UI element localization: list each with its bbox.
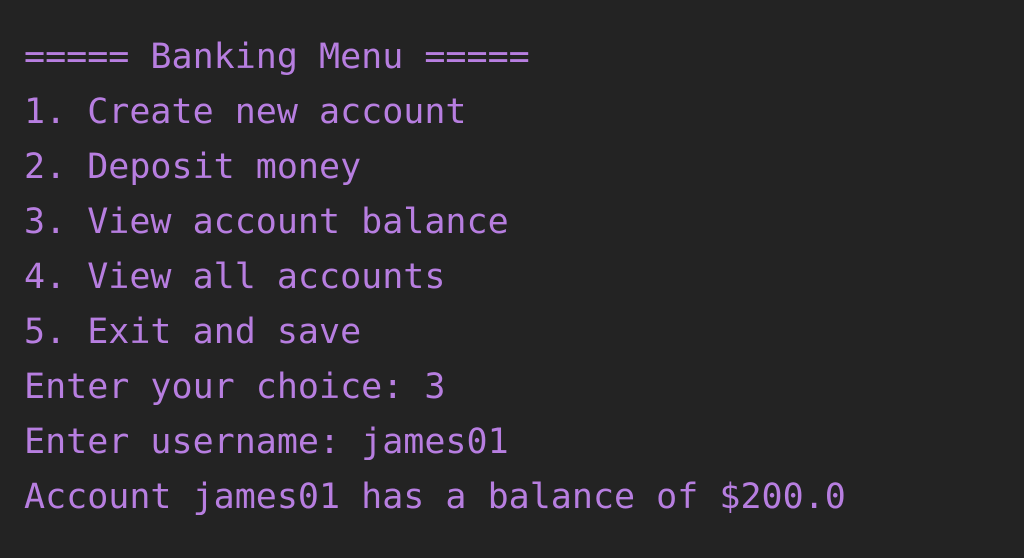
terminal-output[interactable]: ===== Banking Menu ===== 1. Create new a… <box>0 0 1024 558</box>
username-prompt: Enter username: james01 <box>24 422 509 462</box>
menu-option-view-all: 4. View all accounts <box>24 257 446 297</box>
menu-header: ===== Banking Menu ===== <box>24 37 530 77</box>
menu-option-deposit: 2. Deposit money <box>24 147 362 187</box>
menu-option-exit: 5. Exit and save <box>24 312 362 352</box>
choice-prompt: Enter your choice: 3 <box>24 367 446 407</box>
menu-option-create-account: 1. Create new account <box>24 92 467 132</box>
menu-option-view-balance: 3. View account balance <box>24 202 509 242</box>
balance-output: Account james01 has a balance of $200.0 <box>24 477 846 517</box>
